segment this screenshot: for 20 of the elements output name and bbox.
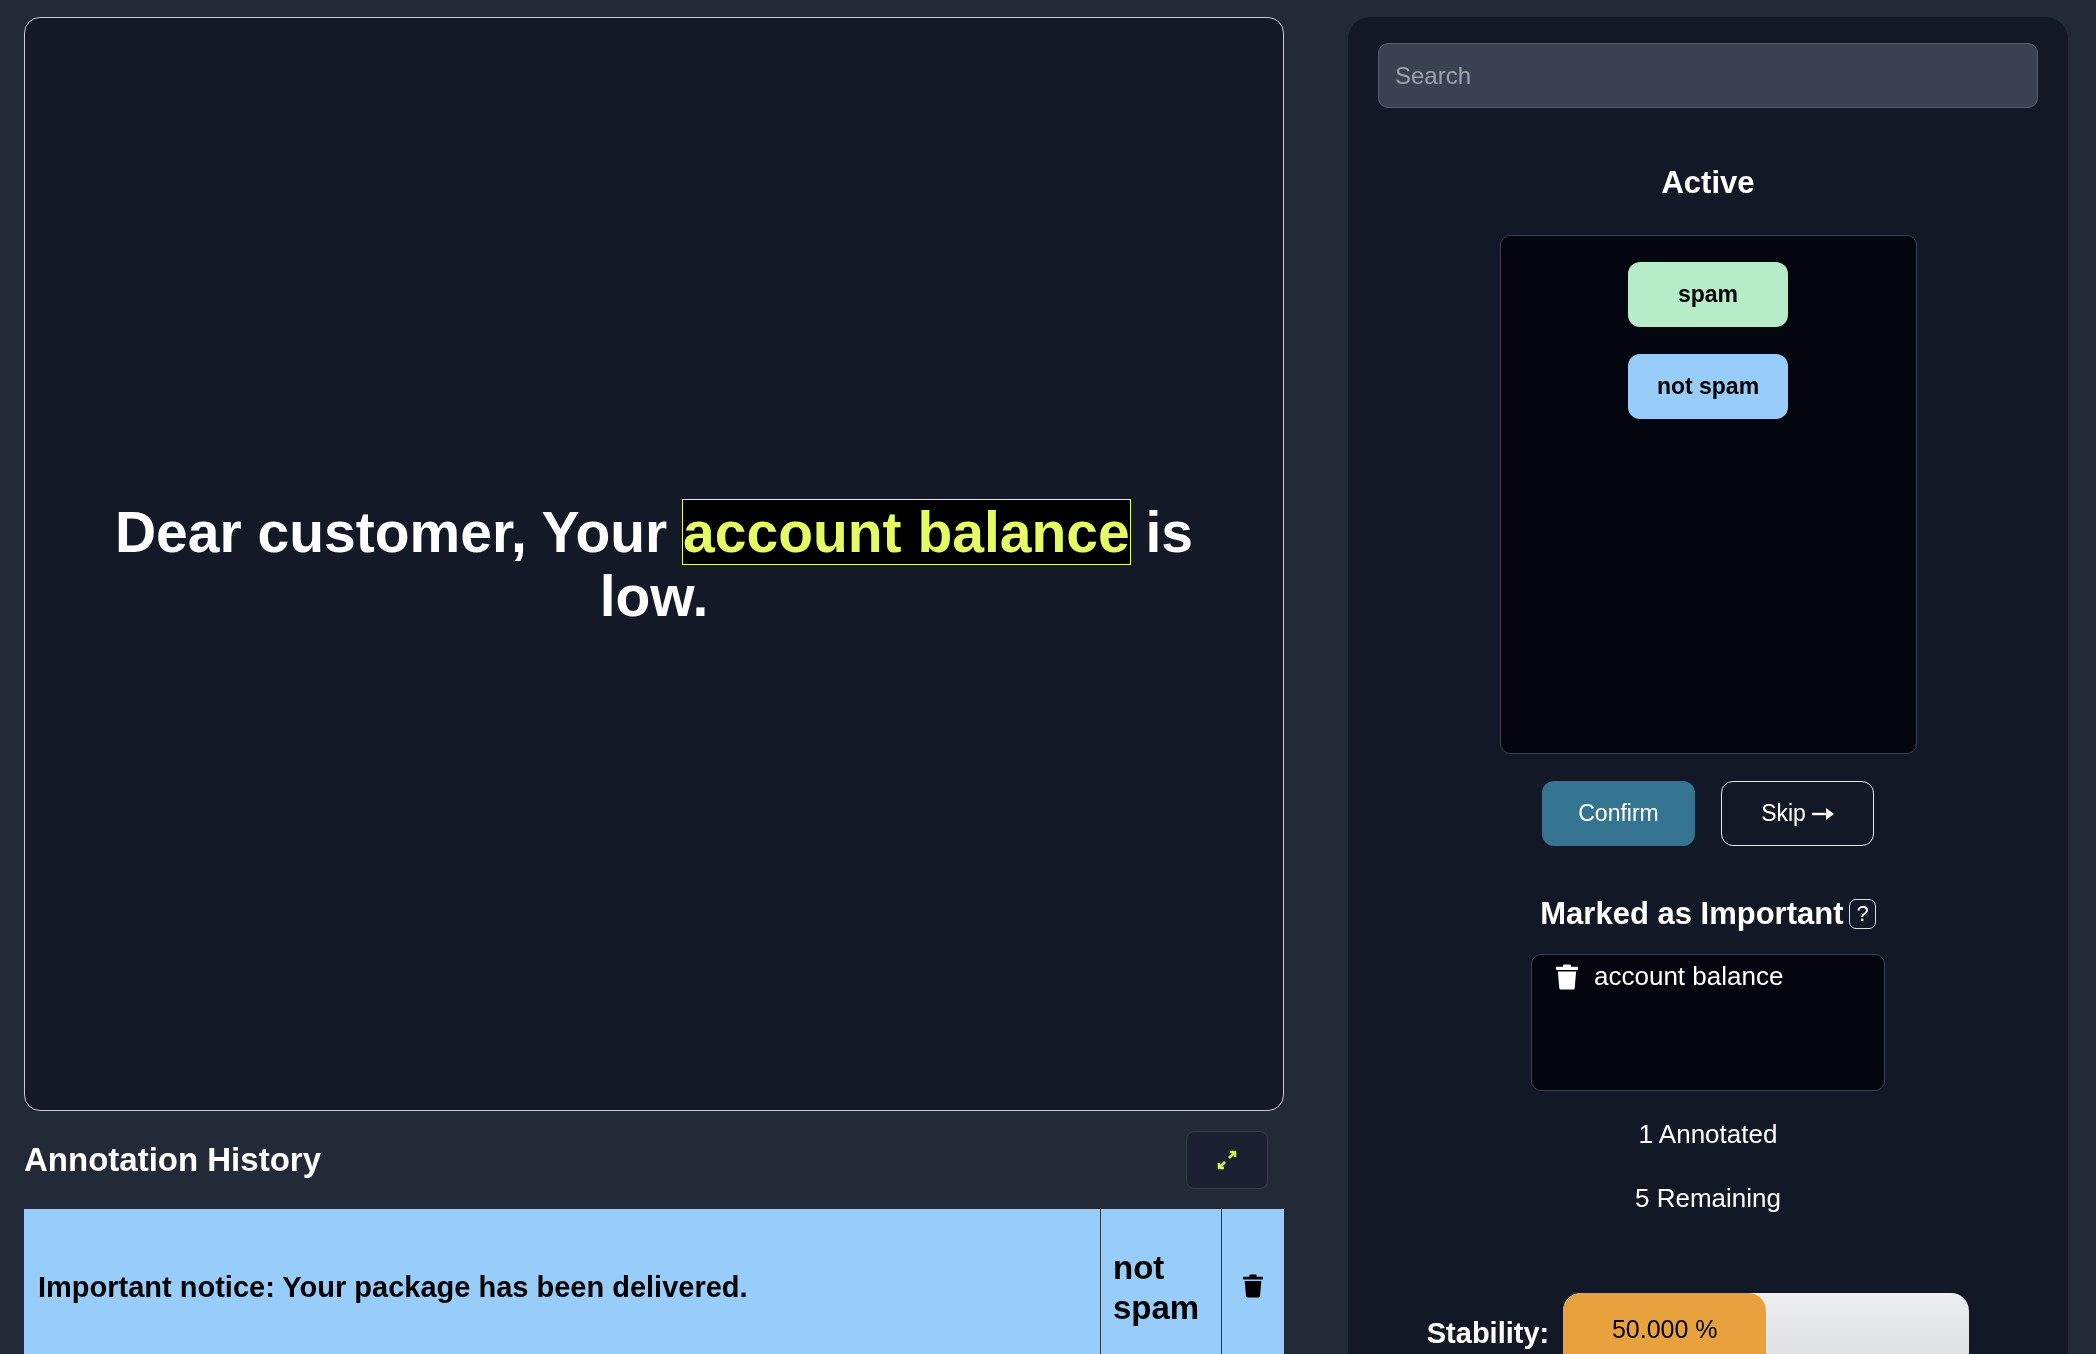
message-text: Dear customer, Your account balance is low. <box>113 500 1195 628</box>
skip-button[interactable]: Skip <box>1721 781 1874 846</box>
trash-icon[interactable] <box>1243 1273 1263 1298</box>
confirm-button[interactable]: Confirm <box>1542 781 1695 846</box>
count-text: 5 Remaining <box>1635 1182 1781 1215</box>
arrow-icon <box>1811 807 1834 820</box>
stability-label: Stability: <box>1426 1316 1550 1350</box>
count-text: 1 Annotated <box>1638 1118 1778 1151</box>
history-label-cell: not spam <box>1100 1209 1222 1354</box>
trash-icon[interactable] <box>1556 963 1578 990</box>
important-term: account balance <box>1594 961 1784 992</box>
stability-fill: 50.000 % <box>1563 1293 1767 1354</box>
label-button[interactable]: not spam <box>1628 354 1788 419</box>
section-title: Active <box>1661 165 1755 202</box>
search-field[interactable]: Search <box>1378 43 2038 108</box>
help-button[interactable]: ? <box>1849 899 1876 929</box>
expand-icon <box>1215 1148 1239 1172</box>
section-title: Marked as Important <box>1540 896 1844 932</box>
label-button[interactable]: spam <box>1628 262 1788 327</box>
section-title: Annotation History <box>24 1141 321 1179</box>
